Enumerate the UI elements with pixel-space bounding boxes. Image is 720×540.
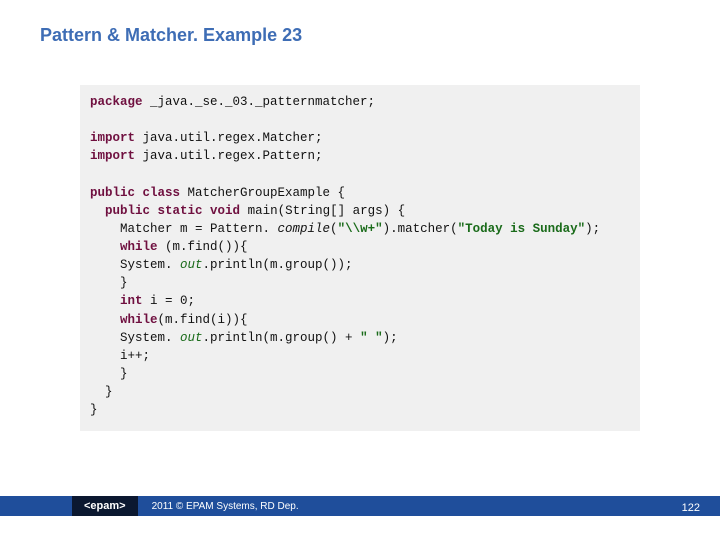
import-1: java.util.regex.Matcher; <box>135 131 323 145</box>
page-number: 122 <box>682 502 700 514</box>
package-name: _java._se._03._patternmatcher; <box>143 95 376 109</box>
method-compile: compile <box>270 222 330 236</box>
keyword-class: class <box>135 186 180 200</box>
code-text: .println(m.group()); <box>203 258 353 272</box>
code-text: .println(m.group() + <box>203 331 361 345</box>
main-signature: main(String[] args) { <box>240 204 405 218</box>
epam-logo: <epam> <box>72 496 138 516</box>
slide-title: Pattern & Matcher. Example 23 <box>40 25 302 46</box>
keyword-package: package <box>90 95 143 109</box>
keyword-import: import <box>90 149 135 163</box>
field-out: out <box>173 258 203 272</box>
code-text: (m.find()){ <box>158 240 248 254</box>
string-regex: "\\w+" <box>338 222 383 236</box>
slide: Pattern & Matcher. Example 23 package _j… <box>0 0 720 540</box>
code-text: ).matcher( <box>383 222 458 236</box>
keyword-void: void <box>203 204 241 218</box>
code-text: } <box>90 367 128 381</box>
string-today: "Today is Sunday" <box>458 222 586 236</box>
code-text: (m.find(i)){ <box>158 313 248 327</box>
code-text: System. <box>90 331 173 345</box>
code-text: System. <box>90 258 173 272</box>
keyword-int: int <box>120 294 143 308</box>
keyword-while: while <box>120 313 158 327</box>
code-text: Matcher m = Pattern. <box>90 222 270 236</box>
keyword-public: public <box>105 204 150 218</box>
code-text: } <box>90 385 113 399</box>
code-text: ); <box>383 331 398 345</box>
string-space: " " <box>360 331 383 345</box>
keyword-public: public <box>90 186 135 200</box>
import-2: java.util.regex.Pattern; <box>135 149 323 163</box>
code-text: } <box>90 276 128 290</box>
field-out: out <box>173 331 203 345</box>
keyword-import: import <box>90 131 135 145</box>
code-text: i++; <box>90 349 150 363</box>
code-block: package _java._se._03._patternmatcher; i… <box>80 85 640 431</box>
keyword-static: static <box>150 204 203 218</box>
footer-bar: <epam> 2011 © EPAM Systems, RD Dep. <box>0 496 720 516</box>
class-decl: MatcherGroupExample { <box>180 186 345 200</box>
keyword-while: while <box>120 240 158 254</box>
code-text: ( <box>330 222 338 236</box>
code-text: ); <box>585 222 600 236</box>
code-text: i = 0; <box>143 294 196 308</box>
copyright-text: 2011 © EPAM Systems, RD Dep. <box>152 501 299 512</box>
code-text: } <box>90 403 98 417</box>
